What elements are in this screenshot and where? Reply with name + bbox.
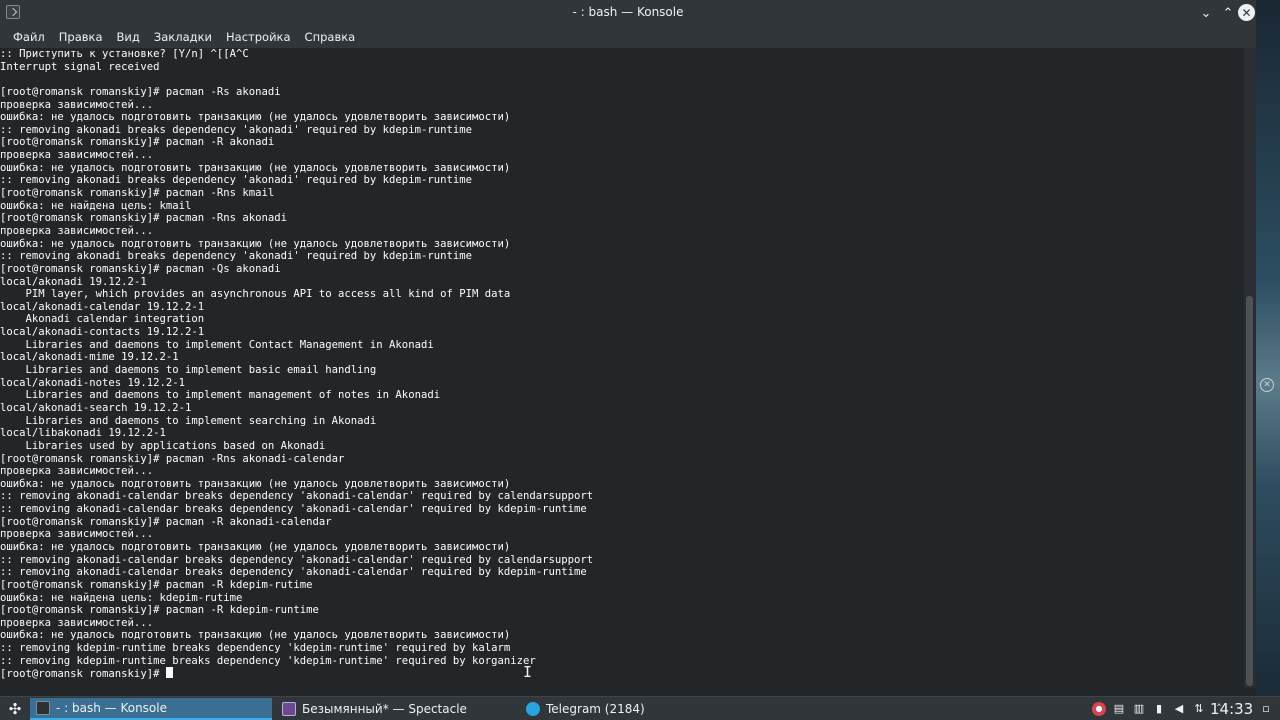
menu-file[interactable]: Файл bbox=[6, 26, 52, 48]
task-label: Telegram (2184) bbox=[546, 702, 645, 716]
konsole-window: - : bash — Konsole ⌄ ⌃ ✕ Файл Правка Вид… bbox=[0, 0, 1256, 696]
terminal-line: ошибка: не найдена цель: kdepim-rutime bbox=[0, 591, 243, 604]
terminal-line: :: removing kdepim-runtime breaks depend… bbox=[0, 654, 536, 667]
terminal-prompt-line: [root@romansk romanskiy]# bbox=[0, 667, 1244, 680]
terminal-line: PIM layer, which provides an asynchronou… bbox=[0, 288, 511, 301]
task-label: Безымянный* — Spectacle bbox=[302, 702, 467, 716]
terminal-line: ошибка: не удалось подготовить транзакци… bbox=[0, 629, 511, 642]
terminal-line: проверка зависимостей... bbox=[0, 149, 154, 162]
terminal-line: ошибка: не удалось подготовить транзакци… bbox=[0, 111, 511, 124]
terminal-line: проверка зависимостей... bbox=[0, 465, 154, 478]
terminal-line: проверка зависимостей... bbox=[0, 528, 154, 541]
terminal-line: local/akonadi 19.12.2-1 bbox=[0, 275, 147, 288]
terminal-line: local/akonadi-mime 19.12.2-1 bbox=[0, 351, 179, 364]
terminal-line: :: removing akonadi breaks dependency 'a… bbox=[0, 123, 472, 136]
terminal-line: [root@romansk romanskiy]# pacman -Rns km… bbox=[0, 187, 275, 200]
app-launcher-icon[interactable]: ✣ bbox=[6, 700, 24, 718]
terminal-output[interactable]: :: Приступить к установке? [Y/n] ^[[A^C I… bbox=[0, 48, 1244, 688]
clipboard-icon[interactable]: ▤ bbox=[1112, 702, 1126, 716]
maximize-icon[interactable]: ⌃ bbox=[1218, 3, 1238, 23]
notification-icon[interactable]: ● bbox=[1092, 702, 1106, 716]
terminal-line: ошибка: не удалось подготовить транзакци… bbox=[0, 540, 511, 553]
menu-bookmarks[interactable]: Закладки bbox=[147, 26, 219, 48]
task-telegram[interactable]: Telegram (2184) bbox=[520, 698, 760, 720]
volume-icon[interactable]: ◀ bbox=[1172, 702, 1186, 716]
terminal-scrollbar[interactable] bbox=[1244, 48, 1256, 688]
text-cursor bbox=[165, 667, 173, 679]
terminal-line: Akonadi calendar integration bbox=[0, 313, 205, 326]
terminal-line: Libraries and daemons to implement searc… bbox=[0, 414, 377, 427]
konsole-icon bbox=[36, 701, 50, 715]
terminal-line: local/akonadi-calendar 19.12.2-1 bbox=[0, 300, 205, 313]
terminal-line: local/akonadi-contacts 19.12.2-1 bbox=[0, 326, 205, 339]
terminal-line: :: removing akonadi-calendar breaks depe… bbox=[0, 566, 587, 579]
terminal-line: :: removing akonadi-calendar breaks depe… bbox=[0, 490, 594, 503]
terminal-line: проверка зависимостей... bbox=[0, 616, 154, 629]
terminal-line: [root@romansk romanskiy]# pacman -R akon… bbox=[0, 136, 275, 149]
terminal-line: Interrupt signal received bbox=[0, 60, 160, 73]
close-icon[interactable]: ✕ bbox=[1238, 4, 1255, 21]
terminal-line: :: removing akonadi-calendar breaks depe… bbox=[0, 503, 587, 516]
terminal-line: ошибка: не удалось подготовить транзакци… bbox=[0, 237, 511, 250]
task-label: - : bash — Konsole bbox=[56, 701, 167, 715]
terminal-line: local/akonadi-notes 19.12.2-1 bbox=[0, 376, 185, 389]
terminal-line: проверка зависимостей... bbox=[0, 98, 154, 111]
desktop-background bbox=[1256, 0, 1280, 696]
menu-edit[interactable]: Правка bbox=[52, 26, 110, 48]
terminal-line: проверка зависимостей... bbox=[0, 224, 154, 237]
telegram-icon bbox=[526, 702, 540, 716]
network-icon[interactable]: ⇅ bbox=[1192, 702, 1206, 716]
terminal-line: [root@romansk romanskiy]# pacman -R kdep… bbox=[0, 578, 313, 591]
spectacle-icon bbox=[282, 702, 296, 716]
menu-settings[interactable]: Настройка bbox=[219, 26, 298, 48]
terminal-line: Libraries and daemons to implement Conta… bbox=[0, 338, 434, 351]
terminal-line: Libraries and daemons to implement manag… bbox=[0, 389, 441, 402]
window-title: - : bash — Konsole bbox=[572, 5, 684, 19]
taskbar: ✣ - : bash — Konsole Безымянный* — Spect… bbox=[0, 696, 1280, 720]
terminal-line: [root@romansk romanskiy]# pacman -Qs ako… bbox=[0, 262, 281, 275]
menu-bar: Файл Правка Вид Закладки Настройка Справ… bbox=[0, 26, 1256, 48]
menu-view[interactable]: Вид bbox=[110, 26, 147, 48]
terminal-line: :: removing akonadi breaks dependency 'a… bbox=[0, 174, 472, 187]
terminal-line: Libraries used by applications based on … bbox=[0, 439, 326, 452]
shell-prompt: [root@romansk romanskiy]# bbox=[0, 668, 166, 681]
terminal-line: [root@romansk romanskiy]# pacman -Rns ak… bbox=[0, 452, 345, 465]
terminal-line: [root@romansk romanskiy]# pacman -R akon… bbox=[0, 515, 332, 528]
terminal-line: :: Приступить к установке? [Y/n] ^[[A^C bbox=[0, 48, 249, 60]
terminal-line: Libraries and daemons to implement basic… bbox=[0, 364, 377, 377]
terminal-line: ошибка: не найдена цель: kmail bbox=[0, 199, 192, 212]
task-konsole[interactable]: - : bash — Konsole bbox=[30, 698, 272, 720]
terminal-line: local/akonadi-search 19.12.2-1 bbox=[0, 401, 192, 414]
terminal-line: local/libakonadi 19.12.2-1 bbox=[0, 427, 166, 440]
device-icon[interactable]: ▥ bbox=[1132, 702, 1146, 716]
ibeam-cursor-icon: I bbox=[523, 663, 533, 681]
scrollbar-thumb[interactable] bbox=[1246, 296, 1253, 686]
terminal-line: :: removing akonadi breaks dependency 'a… bbox=[0, 250, 472, 263]
terminal-line: :: removing akonadi-calendar breaks depe… bbox=[0, 553, 594, 566]
title-bar[interactable]: - : bash — Konsole ⌄ ⌃ ✕ bbox=[0, 0, 1256, 26]
terminal-line: :: removing kdepim-runtime breaks depend… bbox=[0, 642, 511, 655]
task-spectacle[interactable]: Безымянный* — Spectacle bbox=[276, 698, 516, 720]
close-circle-icon[interactable]: ✕ bbox=[1260, 378, 1274, 392]
menu-help[interactable]: Справка bbox=[298, 26, 363, 48]
terminal-line: [root@romansk romanskiy]# pacman -Rns ak… bbox=[0, 212, 288, 225]
battery-icon[interactable]: ▮ bbox=[1152, 702, 1166, 716]
terminal-line: ошибка: не удалось подготовить транзакци… bbox=[0, 161, 511, 174]
show-desktop-icon[interactable]: ▫ bbox=[1258, 701, 1274, 717]
minimize-icon[interactable]: ⌄ bbox=[1196, 3, 1216, 23]
terminal-line: [root@romansk romanskiy]# pacman -Rs ako… bbox=[0, 85, 281, 98]
terminal-line: [root@romansk romanskiy]# pacman -R kdep… bbox=[0, 604, 319, 617]
terminal-line: ошибка: не удалось подготовить транзакци… bbox=[0, 477, 511, 490]
clock[interactable]: 14:33 bbox=[1210, 699, 1253, 719]
